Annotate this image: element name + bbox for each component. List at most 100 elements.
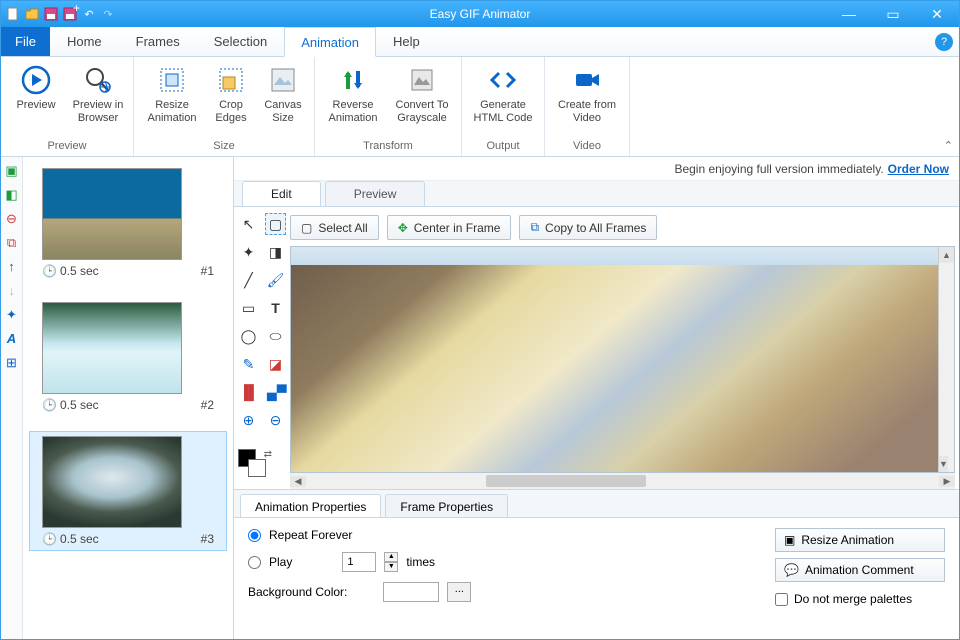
tab-frames[interactable]: Frames: [119, 27, 197, 56]
flip-v-tool[interactable]: ▄▀: [266, 381, 288, 403]
frame-thumb-3[interactable]: 🕒0.5 sec#3: [29, 431, 227, 551]
no-merge-checkbox[interactable]: Do not merge palettes: [775, 588, 945, 606]
play-radio[interactable]: Play: [248, 555, 292, 569]
line-tool[interactable]: ╱: [238, 269, 259, 291]
menu-bar: File Home Frames Selection Animation Hel…: [1, 27, 959, 57]
video-icon: [570, 63, 604, 97]
eraser-tool[interactable]: ◪: [265, 353, 286, 375]
generate-html-button[interactable]: Generate HTML Code: [468, 61, 538, 126]
effects-icon[interactable]: ✦: [4, 307, 20, 323]
resize-icon: [155, 63, 189, 97]
redo-icon[interactable]: ↷: [100, 6, 116, 22]
ribbon-collapse-icon[interactable]: ⌃: [944, 139, 953, 152]
text-icon[interactable]: A: [4, 331, 20, 347]
flip-h-tool[interactable]: ▐▌: [238, 381, 260, 403]
move-down-icon[interactable]: ↓: [4, 283, 20, 299]
center-button[interactable]: ✥Center in Frame: [387, 215, 512, 240]
grayscale-icon: [405, 63, 439, 97]
editor-tab-preview[interactable]: Preview: [325, 181, 426, 206]
resize-animation-button[interactable]: Resize Animation: [140, 61, 204, 126]
title-bar: + ↶ ↷ Easy GIF Animator — ▭ ✕: [1, 1, 959, 27]
eyedropper-tool[interactable]: ✎: [238, 353, 259, 375]
preview-button[interactable]: Preview: [7, 61, 65, 114]
zoom-in-tool[interactable]: ⊕: [238, 409, 259, 431]
zoom-out-tool[interactable]: ⊖: [265, 409, 286, 431]
spin-up-icon[interactable]: ▲: [384, 552, 398, 562]
tab-anim-props[interactable]: Animation Properties: [240, 494, 381, 517]
animation-comment-button[interactable]: 💬Animation Comment: [775, 558, 945, 582]
play-count-input[interactable]: [342, 552, 376, 572]
ellipse-tool[interactable]: ◯: [238, 325, 259, 347]
minimize-button[interactable]: —: [827, 1, 871, 27]
color-swatch[interactable]: ⇄: [238, 449, 272, 483]
save-as-icon[interactable]: +: [62, 6, 78, 22]
svg-text:+: +: [73, 1, 80, 15]
crop-icon: [214, 63, 248, 97]
duplicate-frame-icon[interactable]: ⧉: [4, 235, 20, 251]
h-scrollbar[interactable]: ◀▶: [290, 473, 955, 489]
select-all-button[interactable]: ▢Select All: [290, 215, 379, 240]
thumb-image: [42, 168, 182, 260]
pointer-tool[interactable]: ↖: [238, 213, 259, 235]
canvas-icon: [266, 63, 300, 97]
reverse-icon: [336, 63, 370, 97]
tab-frame-props[interactable]: Frame Properties: [385, 494, 508, 517]
copy-all-button[interactable]: ⧉Copy to All Frames: [519, 215, 657, 240]
marquee-tool[interactable]: ▢: [265, 213, 286, 235]
editor-tab-edit[interactable]: Edit: [242, 181, 321, 206]
undo-icon[interactable]: ↶: [81, 6, 97, 22]
browser-icon: [81, 63, 115, 97]
brush-tool[interactable]: 🖌: [265, 269, 286, 291]
maximize-button[interactable]: ▭: [871, 1, 915, 27]
tab-animation[interactable]: Animation: [284, 27, 376, 57]
spin-down-icon[interactable]: ▼: [384, 562, 398, 572]
clock-icon: 🕒: [42, 398, 57, 412]
text-tool[interactable]: T: [265, 297, 286, 319]
gradient-tool[interactable]: ◨: [265, 241, 286, 263]
preview-browser-button[interactable]: Preview in Browser: [69, 61, 127, 126]
tab-selection[interactable]: Selection: [197, 27, 284, 56]
swap-colors-icon[interactable]: ⇄: [264, 449, 272, 460]
side-toolbar: ▣ ◧ ⊖ ⧉ ↑ ↓ ✦ A ⊞: [1, 157, 23, 639]
rect-tool[interactable]: ▭: [238, 297, 259, 319]
resize-animation-prop-button[interactable]: ▣Resize Animation: [775, 528, 945, 552]
v-scrollbar[interactable]: ▲▼: [938, 247, 954, 472]
create-from-video-button[interactable]: Create from Video: [551, 61, 623, 126]
ribbon: Preview Preview in Browser Preview Resiz…: [1, 57, 959, 157]
open-folder-icon[interactable]: [24, 6, 40, 22]
add-frame-icon[interactable]: ▣: [4, 163, 20, 179]
new-file-icon[interactable]: [5, 6, 21, 22]
tab-home[interactable]: Home: [50, 27, 119, 56]
htmlcode-icon: [486, 63, 520, 97]
frame-thumb-1[interactable]: 🕒0.5 sec#1: [29, 163, 227, 283]
move-up-icon[interactable]: ↑: [4, 259, 20, 275]
canvas[interactable]: ▲▼: [290, 246, 955, 473]
clock-icon: 🕒: [42, 532, 57, 546]
close-button[interactable]: ✕: [915, 1, 959, 27]
fill-tool[interactable]: ⬭: [265, 325, 286, 347]
order-now-link[interactable]: Order Now: [888, 162, 949, 176]
quick-access-toolbar: + ↶ ↷: [1, 6, 120, 22]
frame-thumb-2[interactable]: 🕒0.5 sec#2: [29, 297, 227, 417]
app-title: Easy GIF Animator: [1, 7, 959, 21]
bgcolor-swatch[interactable]: [383, 582, 439, 602]
properties-panel: Animation Properties Frame Properties Re…: [234, 489, 959, 639]
reverse-animation-button[interactable]: Reverse Animation: [321, 61, 385, 126]
delete-frame-icon[interactable]: ⊖: [4, 211, 20, 227]
insert-frame-icon[interactable]: ◧: [4, 187, 20, 203]
convert-grayscale-button[interactable]: Convert To Grayscale: [389, 61, 455, 126]
bgcolor-picker-button[interactable]: ...: [447, 582, 471, 602]
crop-edges-button[interactable]: Crop Edges: [208, 61, 254, 126]
repeat-forever-radio[interactable]: Repeat Forever: [248, 528, 765, 542]
canvas-size-button[interactable]: Canvas Size: [258, 61, 308, 126]
save-icon[interactable]: [43, 6, 59, 22]
wand-tool[interactable]: ✦: [238, 241, 259, 263]
grid-icon[interactable]: ⊞: [4, 355, 20, 371]
canvas-image: [291, 247, 938, 472]
help-icon[interactable]: ?: [935, 33, 953, 51]
thumb-image: [42, 302, 182, 394]
resize-icon: ▣: [784, 533, 795, 547]
frames-panel: 🕒0.5 sec#1 🕒0.5 sec#2 🕒0.5 sec#3: [23, 157, 233, 639]
tab-help[interactable]: Help: [376, 27, 437, 56]
file-menu[interactable]: File: [1, 27, 50, 56]
